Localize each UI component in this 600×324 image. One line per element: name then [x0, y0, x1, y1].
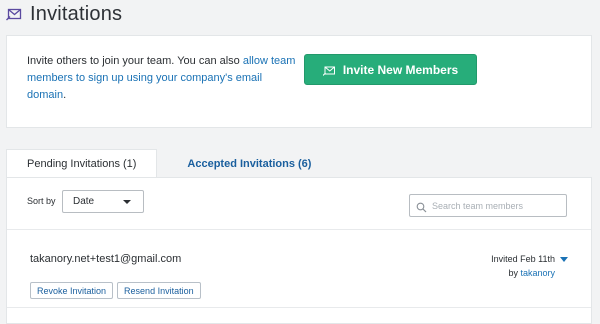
- search-input[interactable]: [432, 200, 562, 211]
- invited-date: Invited Feb 11th: [491, 254, 555, 264]
- row-expand-chevron-icon[interactable]: [560, 257, 568, 262]
- invite-button-label: Invite New Members: [342, 62, 459, 77]
- sort-value: Date: [73, 196, 95, 207]
- search-icon: [416, 200, 427, 213]
- sort-select[interactable]: Date: [62, 190, 144, 213]
- invite-description-end: .: [63, 89, 67, 101]
- pending-invitations-panel: Sort by Date takanory.net+test1@gmail.co…: [6, 177, 592, 324]
- inviter-link[interactable]: takanory: [520, 268, 555, 278]
- tab-pending-count: (1): [122, 158, 137, 170]
- invitation-envelope-icon: [6, 6, 22, 22]
- tab-pending-label: Pending Invitations: [27, 158, 120, 170]
- invitation-actions: Revoke Invitation Resend Invitation: [30, 282, 201, 299]
- invited-by: by takanory: [491, 266, 555, 280]
- invited-by-prefix: by: [508, 268, 521, 278]
- invite-description-text: Invite others to join your team. You can…: [27, 55, 243, 67]
- invite-card: Invite others to join your team. You can…: [6, 35, 592, 128]
- revoke-invitation-button[interactable]: Revoke Invitation: [30, 282, 114, 299]
- chevron-down-icon: [123, 200, 131, 204]
- tab-pending-invitations[interactable]: Pending Invitations (1): [6, 149, 158, 178]
- tab-accepted-count: (6): [297, 157, 312, 170]
- page-title: Invitations: [30, 2, 123, 25]
- page-header: Invitations: [6, 0, 122, 28]
- resend-invitation-button[interactable]: Resend Invitation: [117, 282, 201, 299]
- tab-accepted-invitations[interactable]: Accepted Invitations (6): [157, 149, 331, 178]
- invite-new-members-button[interactable]: Invite New Members: [304, 54, 477, 85]
- invited-info: Invited Feb 11th by takanory: [491, 252, 555, 280]
- envelope-icon: [322, 65, 335, 76]
- list-toolbar: Sort by Date: [7, 178, 591, 230]
- search-box: [409, 194, 567, 217]
- invite-description: Invite others to join your team. You can…: [27, 53, 299, 104]
- invitation-email: takanory.net+test1@gmail.com: [30, 253, 182, 265]
- invitations-page: Invitations Invite others to join your t…: [0, 0, 600, 324]
- invitation-tabs: Pending Invitations (1) Accepted Invitat…: [6, 149, 331, 178]
- sort-label: Sort by: [27, 196, 56, 206]
- invitation-row: takanory.net+test1@gmail.com Revoke Invi…: [7, 230, 591, 308]
- tab-accepted-label: Accepted Invitations: [187, 157, 295, 170]
